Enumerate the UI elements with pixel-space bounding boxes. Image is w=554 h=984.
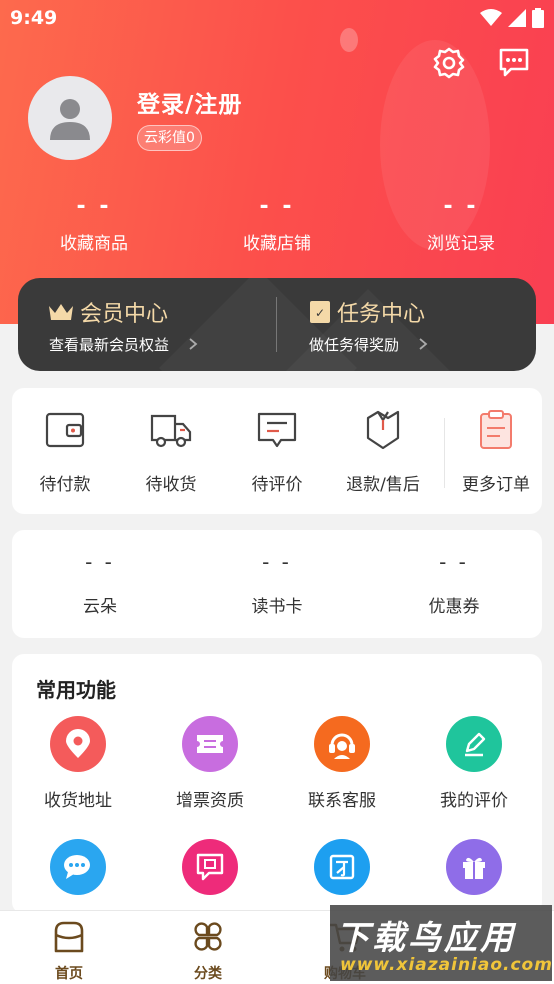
- func-framed[interactable]: [277, 839, 407, 895]
- chevron-right-icon: [189, 338, 198, 350]
- order-pending-payment[interactable]: 待付款: [12, 408, 118, 495]
- asset-label: 优惠券: [428, 597, 480, 617]
- task-badge-icon: ✓: [310, 301, 330, 323]
- home-basket-icon: [54, 921, 84, 953]
- crown-icon: [49, 304, 73, 320]
- stat-value: - -: [76, 194, 112, 219]
- order-label: 待评价: [251, 475, 303, 495]
- asset-label: 云朵: [83, 597, 117, 617]
- func-faq[interactable]: [145, 839, 275, 895]
- common-functions-card: 常用功能 收货地址 增票资质 联系客服 我的评价: [12, 654, 542, 914]
- member-center-subtitle: 查看最新会员权益: [49, 336, 170, 354]
- func-label: 联系客服: [308, 791, 376, 811]
- avatar[interactable]: [28, 76, 112, 160]
- stat-browse-history[interactable]: - - 浏览记录: [381, 194, 541, 254]
- asset-coupon[interactable]: - - 优惠券: [366, 550, 542, 617]
- tab-category[interactable]: 分类: [163, 919, 253, 983]
- order-pending-review[interactable]: 待评价: [224, 408, 330, 495]
- message-icon[interactable]: [497, 45, 531, 79]
- asset-value: - -: [439, 550, 469, 574]
- svg-text:✓: ✓: [315, 306, 325, 320]
- watermark-title: 下载鸟应用: [336, 918, 516, 957]
- question-icon: [196, 853, 224, 881]
- chat-bubbles-icon: [64, 855, 90, 879]
- func-label: 增票资质: [176, 791, 244, 811]
- order-refund-aftersale[interactable]: 退款/售后: [330, 408, 436, 495]
- tab-home[interactable]: 首页: [24, 919, 114, 983]
- func-shipping-address[interactable]: 收货地址: [13, 716, 143, 811]
- login-register-link[interactable]: 登录/注册: [137, 85, 242, 119]
- watermark-logo: 下载鸟应用 www.xiazainiao.com: [330, 905, 552, 981]
- user-placeholder-icon: [50, 99, 90, 140]
- order-label: 更多订单: [462, 475, 530, 495]
- status-bar: 9:49: [0, 0, 554, 38]
- signal-icon: [508, 9, 526, 27]
- asset-reading-card[interactable]: - - 读书卡: [189, 550, 365, 617]
- stat-favorite-shops[interactable]: - - 收藏店铺: [197, 194, 357, 254]
- wifi-icon: [480, 9, 502, 26]
- chevron-right-icon: [419, 338, 428, 350]
- task-center-subtitle: 做任务得奖励: [309, 336, 400, 354]
- stat-label: 收藏店铺: [243, 234, 311, 254]
- task-center-title: 任务中心: [337, 302, 426, 327]
- orders-card: 待付款 待收货 待评价 退款/售后 更多订单: [12, 388, 542, 514]
- stat-value: - -: [443, 194, 479, 219]
- refund-icon: [366, 410, 400, 450]
- asset-value: - -: [85, 550, 115, 574]
- task-center-entry[interactable]: ✓ 任务中心 做任务得奖励: [277, 278, 536, 371]
- clipboard-icon: [480, 410, 512, 449]
- order-label: 退款/售后: [346, 475, 420, 495]
- asset-cloud[interactable]: - - 云朵: [12, 550, 188, 617]
- framed-icon: [329, 854, 355, 880]
- tab-label: 首页: [55, 966, 83, 982]
- watermark-url: www.xiazainiao.com: [340, 955, 553, 975]
- settings-gear-icon[interactable]: [432, 46, 466, 80]
- tab-label: 分类: [194, 966, 222, 982]
- status-time: 9:49: [10, 7, 58, 29]
- func-label: 我的评价: [440, 791, 508, 811]
- asset-value: - -: [262, 550, 292, 574]
- func-label: 收货地址: [44, 791, 112, 811]
- member-center-title: 会员中心: [80, 302, 169, 327]
- section-title: 常用功能: [36, 678, 116, 702]
- truck-icon: [150, 414, 192, 448]
- stat-value: - -: [259, 194, 295, 219]
- location-pin-icon: [66, 729, 90, 758]
- stat-label: 收藏商品: [60, 234, 128, 254]
- asset-label: 读书卡: [251, 597, 303, 617]
- profile-header: [0, 0, 554, 324]
- wallet-icon: [45, 412, 85, 448]
- member-task-bar: 会员中心 查看最新会员权益 ✓ 任务中心 做任务得奖励: [18, 278, 536, 371]
- order-more-orders[interactable]: 更多订单: [443, 408, 549, 495]
- order-label: 待付款: [39, 475, 91, 495]
- stat-label: 浏览记录: [427, 234, 495, 254]
- cloud-value-badge[interactable]: 云彩值0: [137, 125, 202, 151]
- assets-card: - - 云朵 - - 读书卡 - - 优惠券: [12, 530, 542, 638]
- order-pending-receipt[interactable]: 待收货: [118, 408, 224, 495]
- member-center-entry[interactable]: 会员中心 查看最新会员权益: [18, 278, 276, 371]
- func-my-reviews[interactable]: 我的评价: [409, 716, 539, 811]
- comment-icon: [257, 412, 297, 448]
- stat-favorite-goods[interactable]: - - 收藏商品: [14, 194, 174, 254]
- ticket-icon: [197, 735, 223, 753]
- func-invoice-qualification[interactable]: 增票资质: [145, 716, 275, 811]
- gift-icon: [463, 857, 485, 879]
- func-online-chat[interactable]: [13, 839, 143, 895]
- order-label: 待收货: [145, 475, 197, 495]
- pencil-icon: [465, 732, 486, 757]
- func-customer-service[interactable]: 联系客服: [277, 716, 407, 811]
- category-icon: [194, 922, 222, 951]
- battery-icon: [532, 8, 544, 28]
- func-gifts[interactable]: [409, 839, 539, 895]
- headset-icon: [329, 733, 355, 759]
